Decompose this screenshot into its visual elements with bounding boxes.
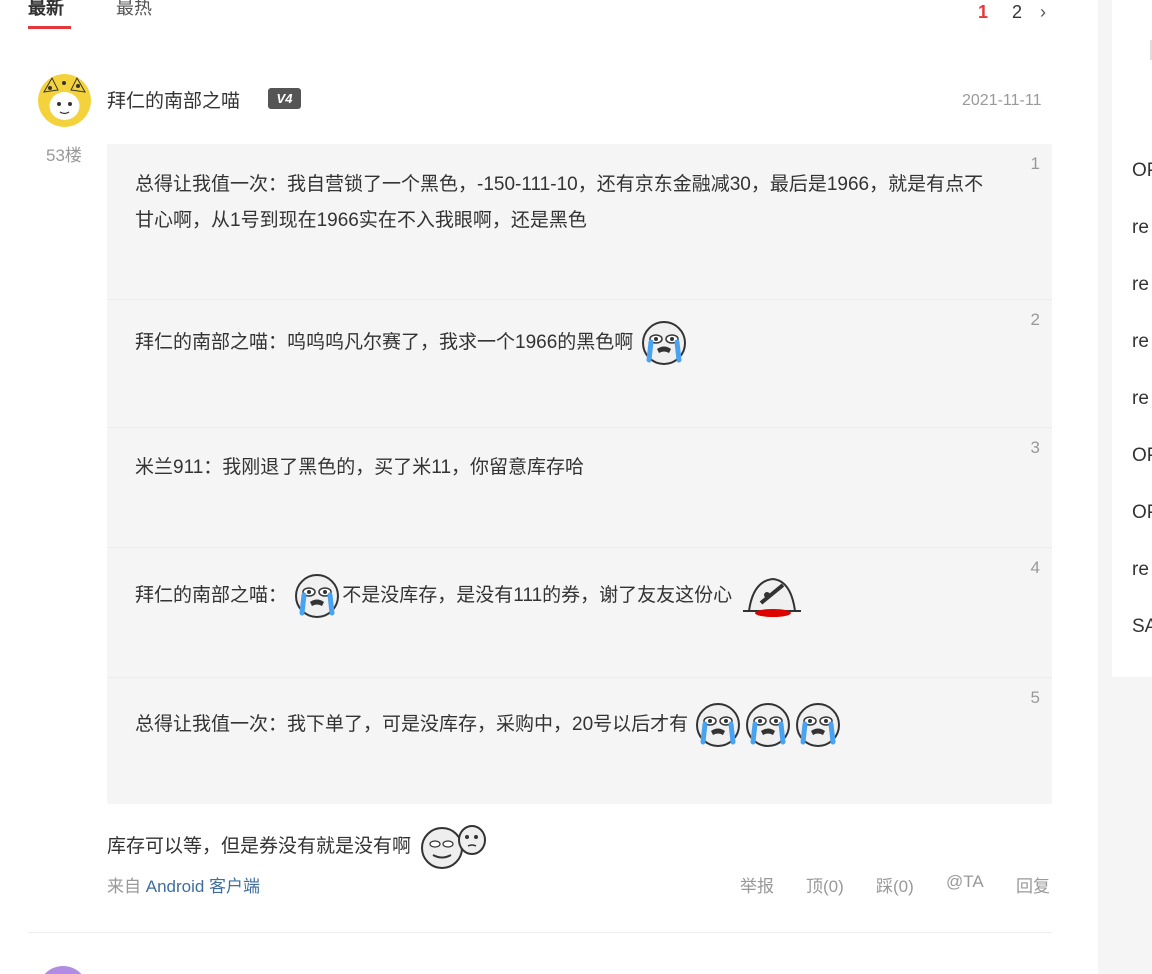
upvote-button[interactable]: 顶(0): [806, 872, 844, 897]
report-button[interactable]: 举报: [740, 872, 774, 897]
post-content: 库存可以等，但是券没有就是没有啊: [107, 824, 492, 870]
quote-text: 拜仁的南部之喵：呜呜呜凡尔赛了，我求一个1966的黑色啊: [135, 320, 992, 366]
right-sidebar: OP re re re re OP OP re SA: [1112, 0, 1152, 677]
main-panel: 最新 最热 1 2 › 53楼 拜仁的南部之喵 V4 2021-11-11 总得…: [0, 0, 1098, 974]
quote-body: 不是没库存，是没有111的券，谢了友友这份心: [342, 585, 733, 607]
quote-text: 米兰911：我刚退了黑色的，买了米11，你留意库存哈: [135, 450, 992, 486]
downvote-button[interactable]: 踩(0): [876, 872, 914, 897]
next-page-icon[interactable]: ›: [1040, 1, 1046, 23]
crying-face-icon: [795, 702, 841, 748]
sidebar-item[interactable]: re: [1132, 274, 1149, 296]
crying-face-icon: [695, 702, 741, 748]
quote-body: 我下单了，可是没库存，采购中，20号以后才有: [287, 714, 689, 736]
quote-item: 总得让我值一次：我自营锁了一个黑色，-150-111-10，还有京东金融减30，…: [107, 144, 1052, 300]
page-1-button[interactable]: 1: [978, 1, 988, 23]
tab-hottest[interactable]: 最热: [116, 0, 152, 22]
crying-face-icon: [745, 702, 791, 748]
sidebar-item[interactable]: re: [1132, 217, 1149, 239]
client-link[interactable]: Android 客户端: [146, 877, 260, 896]
knife-head-icon: [739, 573, 803, 619]
post-date: 2021-11-11: [962, 92, 1042, 109]
page-2-button[interactable]: 2: [1012, 1, 1022, 23]
crying-face-icon: [294, 573, 340, 619]
sidebar-item[interactable]: re: [1132, 559, 1149, 581]
quote-author[interactable]: 米兰911：: [135, 457, 222, 478]
quote-item: 米兰911：我刚退了黑色的，买了米11，你留意库存哈 3: [107, 428, 1052, 548]
quote-author[interactable]: 总得让我值一次：: [135, 714, 287, 735]
source-prefix: 来自: [107, 877, 146, 896]
sidebar-item[interactable]: OP: [1132, 445, 1152, 467]
sidebar-item[interactable]: SA: [1132, 616, 1152, 638]
sidebar-item[interactable]: re: [1132, 388, 1149, 410]
active-tab-indicator: [28, 26, 71, 29]
quote-index: 3: [1030, 438, 1040, 457]
quote-item: 拜仁的南部之喵：呜呜呜凡尔赛了，我求一个1966的黑色啊 2: [107, 300, 1052, 428]
post-divider: [28, 932, 1052, 933]
avatar[interactable]: [38, 966, 88, 974]
two-faces-icon: [418, 824, 490, 870]
quote-index: 2: [1030, 310, 1040, 329]
quote-item: 拜仁的南部之喵： 不是没库存，是没有111的券，谢了友友这份心 4: [107, 548, 1052, 678]
user-level-badge: V4: [268, 88, 301, 109]
quote-body: 我刚退了黑色的，买了米11，你留意库存哈: [222, 457, 585, 478]
mention-button[interactable]: @TA: [946, 872, 984, 892]
quoted-replies: 总得让我值一次：我自营锁了一个黑色，-150-111-10，还有京东金融减30，…: [107, 144, 1052, 804]
quote-index: 5: [1030, 688, 1040, 707]
quote-text: 总得让我值一次：我下单了，可是没库存，采购中，20号以后才有: [135, 702, 992, 748]
quote-author[interactable]: 拜仁的南部之喵：: [135, 585, 287, 606]
reply-button[interactable]: 回复: [1016, 872, 1050, 897]
quote-item: 总得让我值一次：我下单了，可是没库存，采购中，20号以后才有 5: [107, 678, 1052, 804]
quote-author[interactable]: 总得让我值一次：: [135, 174, 287, 195]
quote-text: 总得让我值一次：我自营锁了一个黑色，-150-111-10，还有京东金融减30，…: [135, 167, 992, 239]
quote-index: 4: [1030, 558, 1040, 577]
tab-latest[interactable]: 最新: [28, 0, 64, 22]
floor-number: 53楼: [46, 146, 82, 165]
quote-body: 呜呜呜凡尔赛了，我求一个1966的黑色啊: [287, 332, 634, 354]
quote-text: 拜仁的南部之喵： 不是没库存，是没有111的券，谢了友友这份心: [135, 573, 992, 619]
post-content-text: 库存可以等，但是券没有就是没有啊: [107, 836, 412, 858]
sidebar-item[interactable]: OP: [1132, 160, 1152, 182]
sidebar-item[interactable]: OP: [1132, 502, 1152, 524]
post-source: 来自 Android 客户端: [107, 872, 260, 897]
post-username[interactable]: 拜仁的南部之喵: [107, 86, 240, 113]
quote-index: 1: [1030, 154, 1040, 173]
quote-author[interactable]: 拜仁的南部之喵：: [135, 332, 287, 353]
avatar[interactable]: [38, 74, 91, 127]
sidebar-item[interactable]: re: [1132, 331, 1149, 353]
crying-face-icon: [641, 320, 687, 366]
